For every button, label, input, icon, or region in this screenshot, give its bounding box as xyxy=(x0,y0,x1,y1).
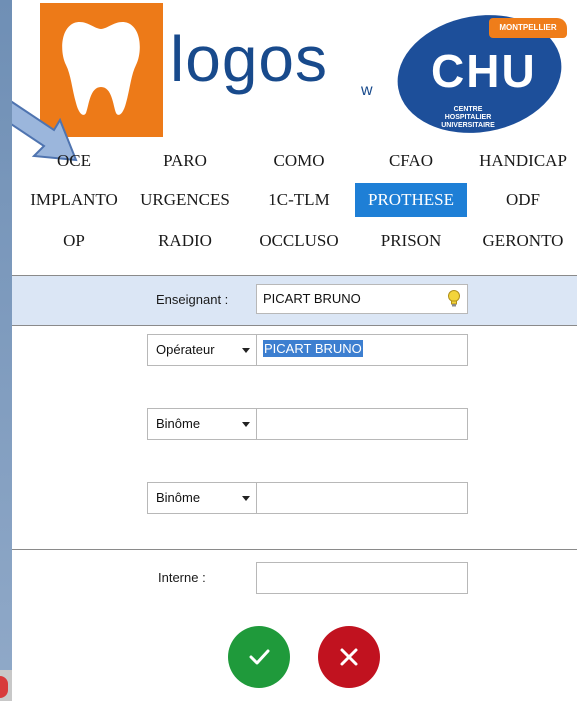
dialog-panel: logos w MONTPELLIER CHU CENTRE HOSPITALI… xyxy=(12,0,577,701)
chevron-down-icon xyxy=(242,422,250,427)
divider xyxy=(12,325,577,326)
enseignant-field[interactable]: PICART BRUNO xyxy=(256,284,468,314)
specialty-tabs: OCE PARO COMO CFAO HANDICAP IMPLANTO URG… xyxy=(12,140,577,262)
binome2-dropdown[interactable]: Binôme xyxy=(147,482,257,514)
tab-op[interactable]: OP xyxy=(18,224,130,258)
close-icon xyxy=(340,648,358,666)
confirm-button[interactable] xyxy=(228,626,290,688)
tab-handicap[interactable]: HANDICAP xyxy=(467,144,577,178)
tab-radio[interactable]: RADIO xyxy=(129,224,241,258)
header: logos w MONTPELLIER CHU CENTRE HOSPITALI… xyxy=(12,0,577,162)
tab-occluso[interactable]: OCCLUSO xyxy=(243,224,355,258)
enseignant-label: Enseignant : xyxy=(156,292,229,307)
tab-paro[interactable]: PARO xyxy=(129,144,241,178)
tab-odf[interactable]: ODF xyxy=(467,183,577,217)
interne-field[interactable] xyxy=(256,562,468,594)
check-icon xyxy=(249,649,270,665)
operateur-dropdown-label: Opérateur xyxy=(156,342,215,357)
tab-oce[interactable]: OCE xyxy=(18,144,130,178)
chu-subtitle-line1: CENTRE HOSPITALIER xyxy=(444,106,492,121)
tab-como[interactable]: COMO xyxy=(243,144,355,178)
window-left-edge xyxy=(0,0,12,701)
lightbulb-icon[interactable] xyxy=(447,290,461,308)
chu-subtitle: CENTRE HOSPITALIER UNIVERSITAIRE xyxy=(433,106,503,130)
tab-cfao[interactable]: CFAO xyxy=(355,144,467,178)
tab-1c-tlm[interactable]: 1C-TLM xyxy=(243,183,355,217)
chu-title: CHU xyxy=(431,45,537,97)
chu-city-badge: MONTPELLIER xyxy=(489,18,567,38)
tab-urgences[interactable]: URGENCES xyxy=(129,183,241,217)
tab-prothese[interactable]: PROTHESE xyxy=(355,183,467,217)
logos-logo-suffix: w xyxy=(361,82,373,99)
chu-logo: MONTPELLIER CHU CENTRE HOSPITALIER UNIVE… xyxy=(388,2,571,146)
enseignant-bar: Enseignant : PICART BRUNO xyxy=(12,276,577,325)
tab-implanto[interactable]: IMPLANTO xyxy=(18,183,130,217)
enseignant-value: PICART BRUNO xyxy=(263,291,361,306)
tab-prison[interactable]: PRISON xyxy=(355,224,467,258)
binome1-dropdown-label: Binôme xyxy=(156,416,201,431)
operateur-value: PICART BRUNO xyxy=(263,340,363,357)
operateur-field[interactable]: PICART BRUNO xyxy=(256,334,468,366)
binome1-dropdown[interactable]: Binôme xyxy=(147,408,257,440)
interne-label: Interne : xyxy=(158,570,206,585)
binome2-field[interactable] xyxy=(256,482,468,514)
operateur-dropdown[interactable]: Opérateur xyxy=(147,334,257,366)
cancel-button[interactable] xyxy=(318,626,380,688)
chevron-down-icon xyxy=(242,348,250,353)
chevron-down-icon xyxy=(242,496,250,501)
binome2-dropdown-label: Binôme xyxy=(156,490,201,505)
divider xyxy=(12,549,577,550)
tab-geronto[interactable]: GERONTO xyxy=(467,224,577,258)
chu-subtitle-line2: UNIVERSITAIRE xyxy=(441,122,495,129)
logos-logo-text: logos xyxy=(170,23,328,95)
binome1-field[interactable] xyxy=(256,408,468,440)
